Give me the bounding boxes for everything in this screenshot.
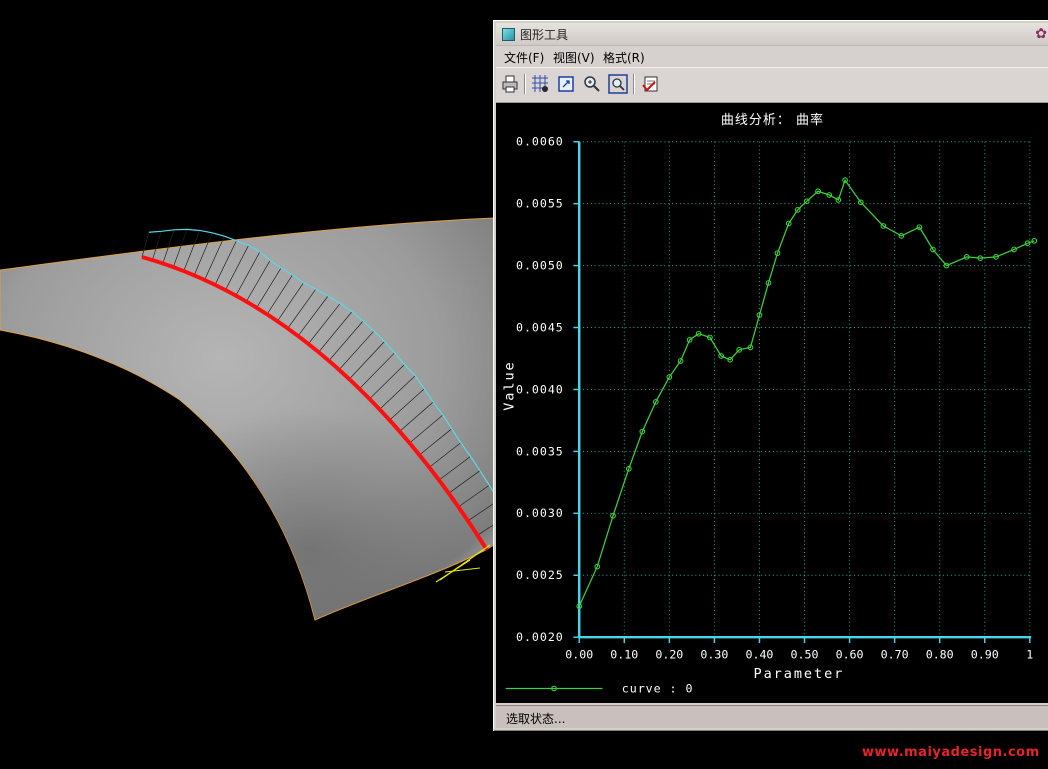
grid-icon <box>532 75 548 92</box>
x-tick-label: 0.30 <box>700 647 728 661</box>
x-axis-label: Parameter <box>754 666 845 682</box>
series-line <box>578 178 1035 607</box>
y-tick-label: 0.0025 <box>516 568 564 582</box>
exit-graph-icon <box>642 76 658 92</box>
print-button[interactable] <box>499 73 521 95</box>
menu-view[interactable]: 视图(V) <box>553 49 595 66</box>
y-tick-label: 0.0030 <box>516 506 564 520</box>
zoom-in-button[interactable] <box>581 73 603 95</box>
exit-graph-button[interactable] <box>639 73 661 95</box>
refit-icon <box>558 76 574 92</box>
watermark: www.maiyadesign.com <box>862 745 1040 760</box>
y-axis-label: Value <box>501 360 517 410</box>
graph-window-icon <box>502 28 515 41</box>
toolbar-separator <box>524 74 525 94</box>
x-tick-label: 0.10 <box>610 647 638 661</box>
zoom-window-icon <box>608 74 628 94</box>
flower-icon: ✿ <box>1035 26 1047 42</box>
y-tick-label: 0.0020 <box>516 630 564 644</box>
graph-tool-window[interactable]: 图形工具 ✿ 文件(F) 视图(V) 格式(R) 曲线分析： 曲率 0.0020… <box>493 20 1048 731</box>
statusbar: 选取状态... <box>496 705 1048 728</box>
menubar: 文件(F) 视图(V) 格式(R) <box>496 46 1048 66</box>
y-tick-label: 0.0050 <box>516 258 564 272</box>
toolbar-separator <box>633 74 634 94</box>
x-tick-label: 0.70 <box>881 647 909 661</box>
x-tick-label: 0.20 <box>655 647 683 661</box>
toggle-grid-button[interactable] <box>529 73 551 95</box>
printer-icon <box>502 75 518 93</box>
y-tick-label: 0.0040 <box>516 382 564 396</box>
legend-label: curve : 0 <box>622 681 694 695</box>
x-tick-label: 0.60 <box>836 647 864 661</box>
y-tick-label: 0.0060 <box>516 135 564 149</box>
y-tick-label: 0.0045 <box>516 320 564 334</box>
x-tick-label: 0.80 <box>926 647 954 661</box>
x-tick-label: 0.00 <box>565 647 593 661</box>
toolbar <box>496 67 1048 103</box>
window-title: 图形工具 <box>520 28 569 42</box>
window-titlebar[interactable]: 图形工具 ✿ <box>496 23 1048 46</box>
refit-button[interactable] <box>555 73 577 95</box>
x-tick-label: 0.40 <box>745 647 773 661</box>
x-tick-label: 0.50 <box>791 647 819 661</box>
y-tick-label: 0.0035 <box>516 444 564 458</box>
status-text: 选取状态... <box>506 712 566 726</box>
x-tick-label: 1 <box>1026 647 1033 661</box>
y-tick-label: 0.0055 <box>516 197 564 211</box>
curvature-chart: 0.0020 0.0025 0.0030 0.0035 0.0040 0.0045 0.00… <box>501 135 1038 695</box>
plot-area[interactable]: 曲线分析： 曲率 0.0020 0.0025 0.0030 0.0035 0.0040 0… <box>496 103 1048 703</box>
menu-file[interactable]: 文件(F) <box>504 49 544 66</box>
zoom-window-button[interactable] <box>607 73 629 95</box>
zoom-in-icon <box>584 76 600 92</box>
menu-format[interactable]: 格式(R) <box>603 49 645 66</box>
surface-shading <box>0 218 495 620</box>
x-tick-label: 0.90 <box>971 647 999 661</box>
